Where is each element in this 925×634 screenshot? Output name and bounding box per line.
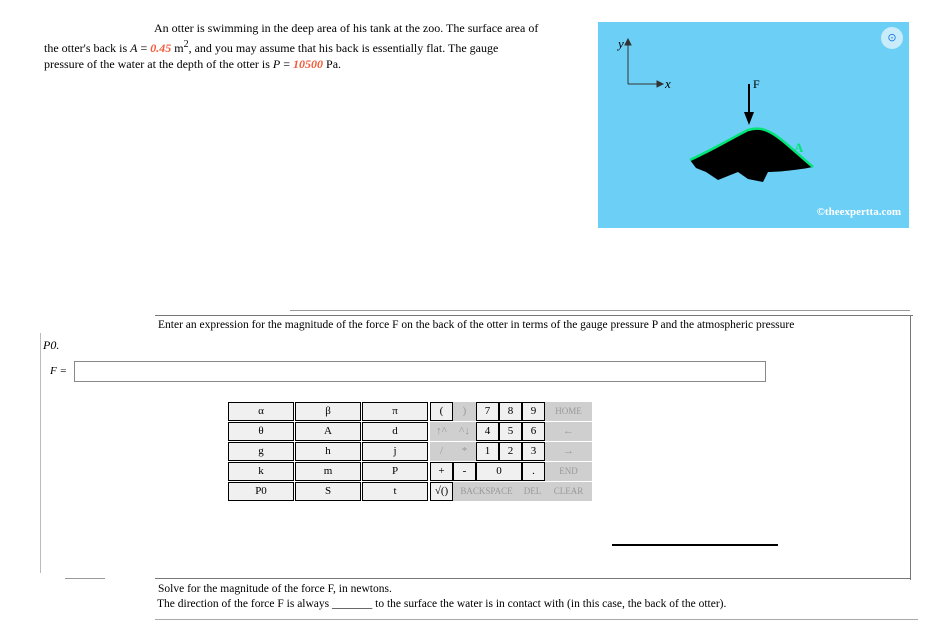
text: An otter is swimming in the deep area of… <box>154 21 539 35</box>
keypad-key[interactable]: / <box>430 442 453 461</box>
keypad-var-key[interactable]: h <box>295 442 361 461</box>
keypad-key[interactable]: ↑^ <box>430 422 453 441</box>
keypad-key[interactable]: 7 <box>476 402 499 421</box>
otter-figure: y x F A ⊙ ©theexpertta.com <box>598 22 909 228</box>
keypad-var-key[interactable]: P0 <box>228 482 294 501</box>
text: , and you may assume that his back is es… <box>188 40 499 55</box>
divider <box>612 544 778 546</box>
keypad-var-key[interactable]: S <box>295 482 361 501</box>
keypad-var-key[interactable]: P <box>362 462 428 481</box>
atm-pressure-symbol: P0. <box>43 338 60 352</box>
keypad-key[interactable]: √() <box>430 482 453 501</box>
divider <box>910 315 911 580</box>
keypad-var-key[interactable]: j <box>362 442 428 461</box>
area-unit: m <box>171 40 184 55</box>
keypad-var-key[interactable]: α <box>228 402 294 421</box>
divider <box>155 619 918 620</box>
divider <box>40 333 41 573</box>
text: pressure of the water at the depth of th… <box>44 57 273 71</box>
pressure-unit: Pa. <box>323 57 342 71</box>
keypad-key[interactable]: HOME <box>545 402 592 421</box>
keypad-key[interactable]: ( <box>430 402 453 421</box>
divider <box>290 310 910 311</box>
keypad-key[interactable]: 5 <box>499 422 522 441</box>
keypad-key[interactable]: 6 <box>522 422 545 441</box>
otter-icon <box>690 128 813 182</box>
keypad-var-key[interactable]: π <box>362 402 428 421</box>
keypad-var-key[interactable]: β <box>295 402 361 421</box>
keypad-key[interactable]: 9 <box>522 402 545 421</box>
keypad-key[interactable]: END <box>545 462 592 481</box>
text: = <box>137 40 151 55</box>
keypad-key[interactable]: 2 <box>499 442 522 461</box>
keypad-var-key[interactable]: g <box>228 442 294 461</box>
keypad-key[interactable]: . <box>522 462 545 481</box>
divider <box>155 315 913 316</box>
x-axis-label: x <box>664 76 671 91</box>
keypad-key[interactable]: DEL <box>520 482 545 501</box>
part2-prompt: Solve for the magnitude of the force F, … <box>158 583 392 595</box>
lens-icon[interactable]: ⊙ <box>881 27 903 49</box>
area-label: A <box>794 140 804 155</box>
keypad-key[interactable]: * <box>453 442 476 461</box>
force-label: F <box>753 77 760 91</box>
keypad-key[interactable]: 3 <box>522 442 545 461</box>
keypad-var-key[interactable]: d <box>362 422 428 441</box>
part1-prompt: Enter an expression for the magnitude of… <box>158 319 795 331</box>
keypad-key[interactable]: ← <box>545 422 592 441</box>
keypad-var-key[interactable]: t <box>362 482 428 501</box>
keypad-key[interactable]: ^↓ <box>453 422 476 441</box>
keypad-key[interactable]: 4 <box>476 422 499 441</box>
keypad-key[interactable]: 1 <box>476 442 499 461</box>
keypad-var-key[interactable]: A <box>295 422 361 441</box>
keypad-key[interactable]: ) <box>453 402 476 421</box>
divider <box>65 578 105 579</box>
area-value: 0.45 <box>150 40 172 55</box>
pressure-value: 10500 <box>293 57 324 71</box>
problem-statement: An otter is swimming in the deep area of… <box>44 20 589 73</box>
keypad-var-key[interactable]: θ <box>228 422 294 441</box>
part3-prompt: The direction of the force F is always _… <box>157 598 727 610</box>
copyright: ©theexpertta.com <box>816 206 901 218</box>
keypad-key[interactable]: - <box>453 462 476 481</box>
keypad-key[interactable]: 8 <box>499 402 522 421</box>
text: = <box>280 57 294 71</box>
divider <box>155 578 911 579</box>
keypad-key[interactable]: CLEAR <box>545 482 592 501</box>
figure-drawing: y x F A <box>616 36 814 182</box>
keypad-key[interactable]: → <box>545 442 592 461</box>
keypad-key[interactable]: + <box>430 462 453 481</box>
keypad-key[interactable]: BACKSPACE <box>453 482 520 501</box>
answer-input[interactable] <box>74 361 766 382</box>
keypad-key[interactable]: 0 <box>476 462 522 481</box>
keypad-var-key[interactable]: k <box>228 462 294 481</box>
keypad-var-key[interactable]: m <box>295 462 361 481</box>
axes-icon <box>624 37 665 88</box>
y-axis-label: y <box>616 36 624 51</box>
text: the otter's back is <box>44 40 131 55</box>
input-label: F = <box>50 365 67 377</box>
